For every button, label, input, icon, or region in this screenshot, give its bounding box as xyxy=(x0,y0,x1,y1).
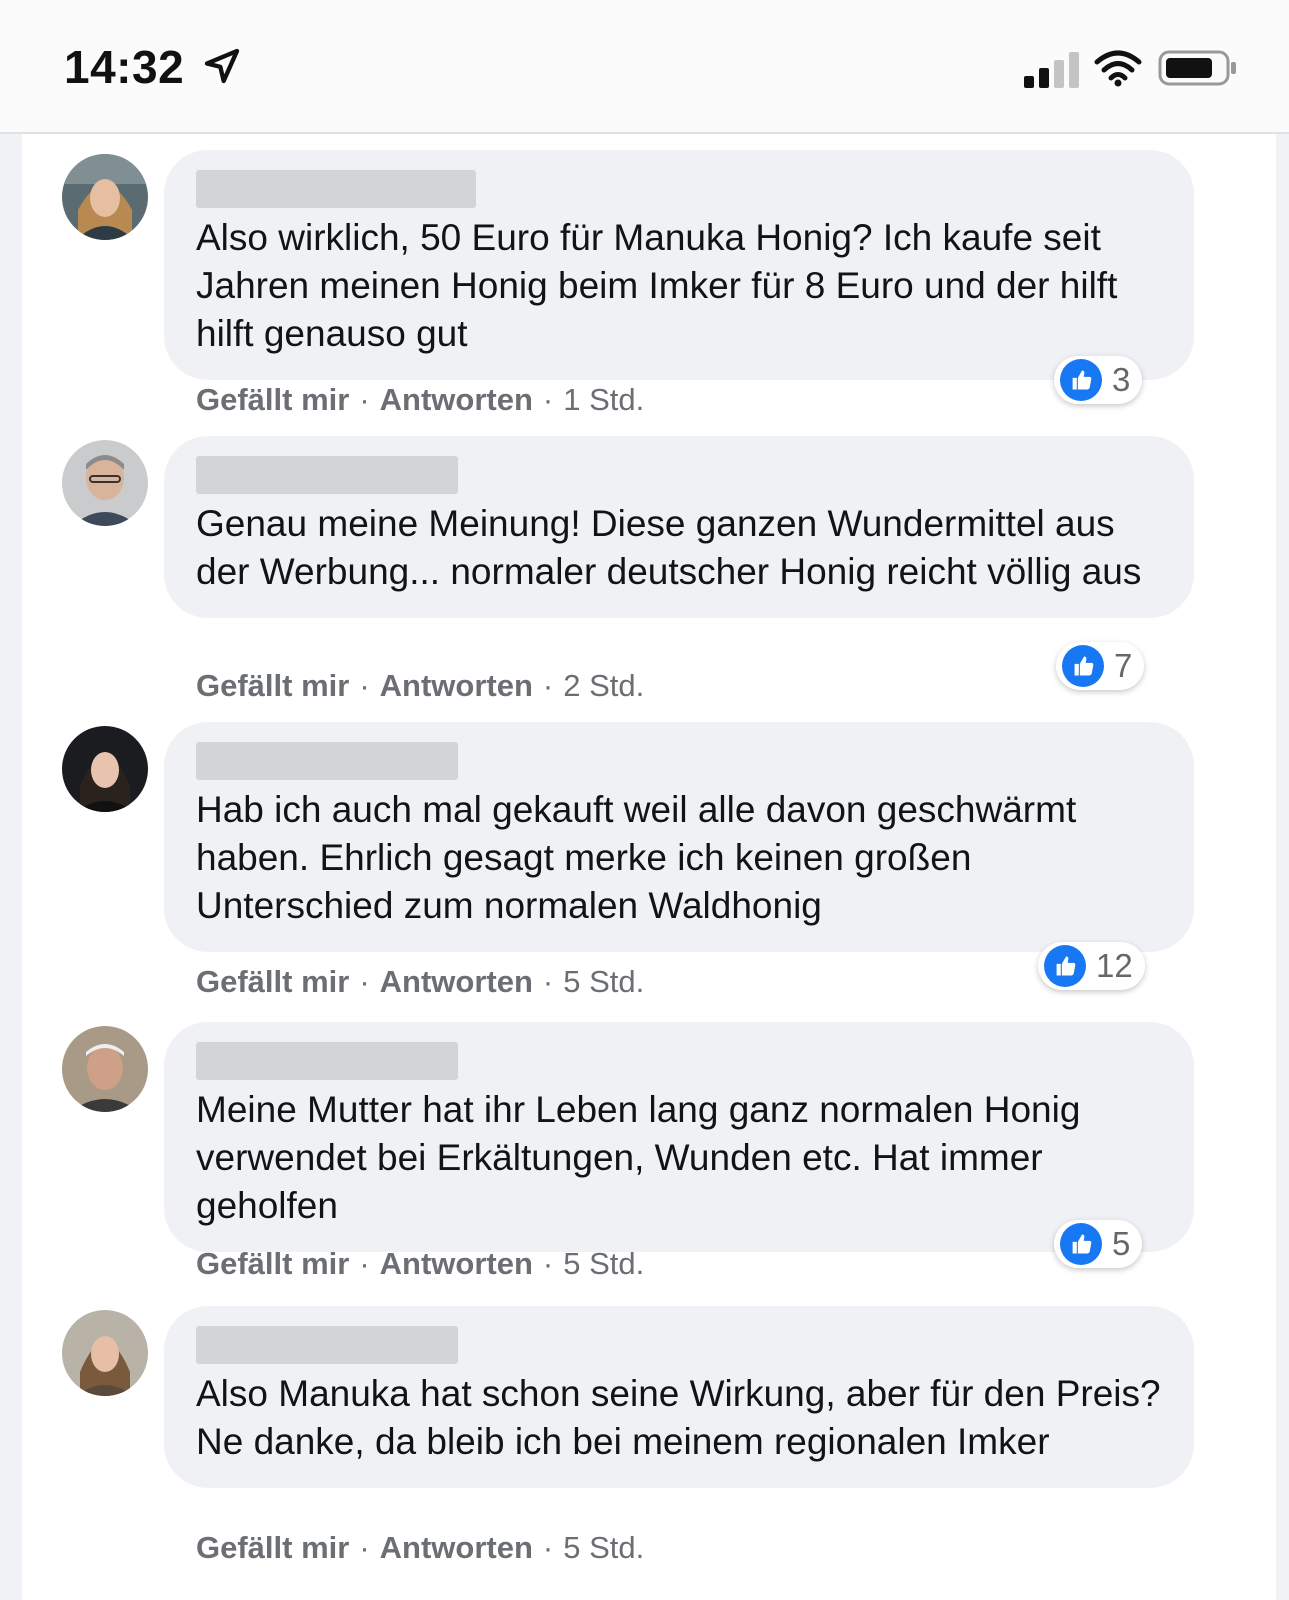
comment-bubble: Meine Mutter hat ihr Leben lang ganz nor… xyxy=(164,1022,1194,1252)
like-thumb-icon xyxy=(1060,359,1102,401)
like-thumb-icon xyxy=(1060,1223,1102,1265)
comment-actions: Gefällt mir · Antworten · 5 Std. xyxy=(196,1530,645,1565)
status-bar: 14:32 xyxy=(0,0,1289,134)
comment-timestamp: 2 Std. xyxy=(563,668,645,703)
avatar[interactable] xyxy=(62,154,148,240)
comment-actions: Gefällt mir · Antworten · 5 Std. xyxy=(196,964,645,999)
reply-link[interactable]: Antworten xyxy=(380,1530,533,1565)
like-link[interactable]: Gefällt mir xyxy=(196,382,349,417)
comment-timestamp: 1 Std. xyxy=(563,382,645,417)
reaction-badge[interactable]: 12 xyxy=(1038,942,1145,990)
comment-timestamp: 5 Std. xyxy=(563,964,645,999)
reply-link[interactable]: Antworten xyxy=(380,964,533,999)
comment-text: Genau meine Meinung! Diese ganzen Wunder… xyxy=(196,503,1142,592)
like-link[interactable]: Gefällt mir xyxy=(196,1246,349,1281)
comment-text: Also Manuka hat schon seine Wirkung, abe… xyxy=(196,1373,1161,1462)
avatar[interactable] xyxy=(62,726,148,812)
avatar[interactable] xyxy=(62,1026,148,1112)
reaction-count: 5 xyxy=(1112,1225,1131,1262)
reaction-badge[interactable]: 7 xyxy=(1056,642,1145,690)
comment-actions: Gefällt mir · Antworten · 5 Std. xyxy=(196,1246,645,1281)
location-arrow-icon xyxy=(204,48,240,84)
reply-link[interactable]: Antworten xyxy=(380,382,533,417)
like-link[interactable]: Gefällt mir xyxy=(196,668,349,703)
avatar[interactable] xyxy=(62,1310,148,1396)
comment-bubble: Genau meine Meinung! Diese ganzen Wunder… xyxy=(164,436,1194,618)
comment-actions: Gefällt mir · Antworten · 1 Std. xyxy=(196,382,645,417)
comment-actions: Gefällt mir · Antworten · 2 Std. xyxy=(196,668,645,703)
like-link[interactable]: Gefällt mir xyxy=(196,1530,349,1565)
comment-text: Meine Mutter hat ihr Leben lang ganz nor… xyxy=(196,1089,1081,1226)
redacted-author-name xyxy=(196,742,458,780)
like-thumb-icon xyxy=(1062,645,1104,687)
avatar[interactable] xyxy=(62,440,148,526)
reaction-badge[interactable]: 3 xyxy=(1054,356,1143,404)
comment-bubble: Also Manuka hat schon seine Wirkung, abe… xyxy=(164,1306,1194,1488)
comment-bubble: Also wirklich, 50 Euro für Manuka Honig?… xyxy=(164,150,1194,380)
reaction-count: 7 xyxy=(1114,647,1133,684)
status-time: 14:32 xyxy=(64,41,185,93)
like-link[interactable]: Gefällt mir xyxy=(196,964,349,999)
redacted-author-name xyxy=(196,170,476,208)
comment-bubble: Hab ich auch mal gekauft weil alle davon… xyxy=(164,722,1194,952)
reaction-badge[interactable]: 5 xyxy=(1054,1220,1143,1268)
comment-timestamp: 5 Std. xyxy=(563,1530,645,1565)
reply-link[interactable]: Antworten xyxy=(380,1246,533,1281)
wifi-icon xyxy=(1094,50,1142,87)
reaction-count: 3 xyxy=(1112,361,1131,398)
battery-icon xyxy=(1158,50,1236,86)
comment-timestamp: 5 Std. xyxy=(563,1246,645,1281)
redacted-author-name xyxy=(196,1326,458,1364)
comment-text: Hab ich auch mal gekauft weil alle davon… xyxy=(196,789,1077,926)
reply-link[interactable]: Antworten xyxy=(380,668,533,703)
reaction-count: 12 xyxy=(1096,947,1133,984)
comment-text: Also wirklich, 50 Euro für Manuka Honig?… xyxy=(196,217,1118,354)
comment-feed: Also wirklich, 50 Euro für Manuka Honig?… xyxy=(22,134,1276,1600)
redacted-author-name xyxy=(196,456,458,494)
like-thumb-icon xyxy=(1044,945,1086,987)
cellular-signal-icon xyxy=(1024,52,1079,88)
redacted-author-name xyxy=(196,1042,458,1080)
